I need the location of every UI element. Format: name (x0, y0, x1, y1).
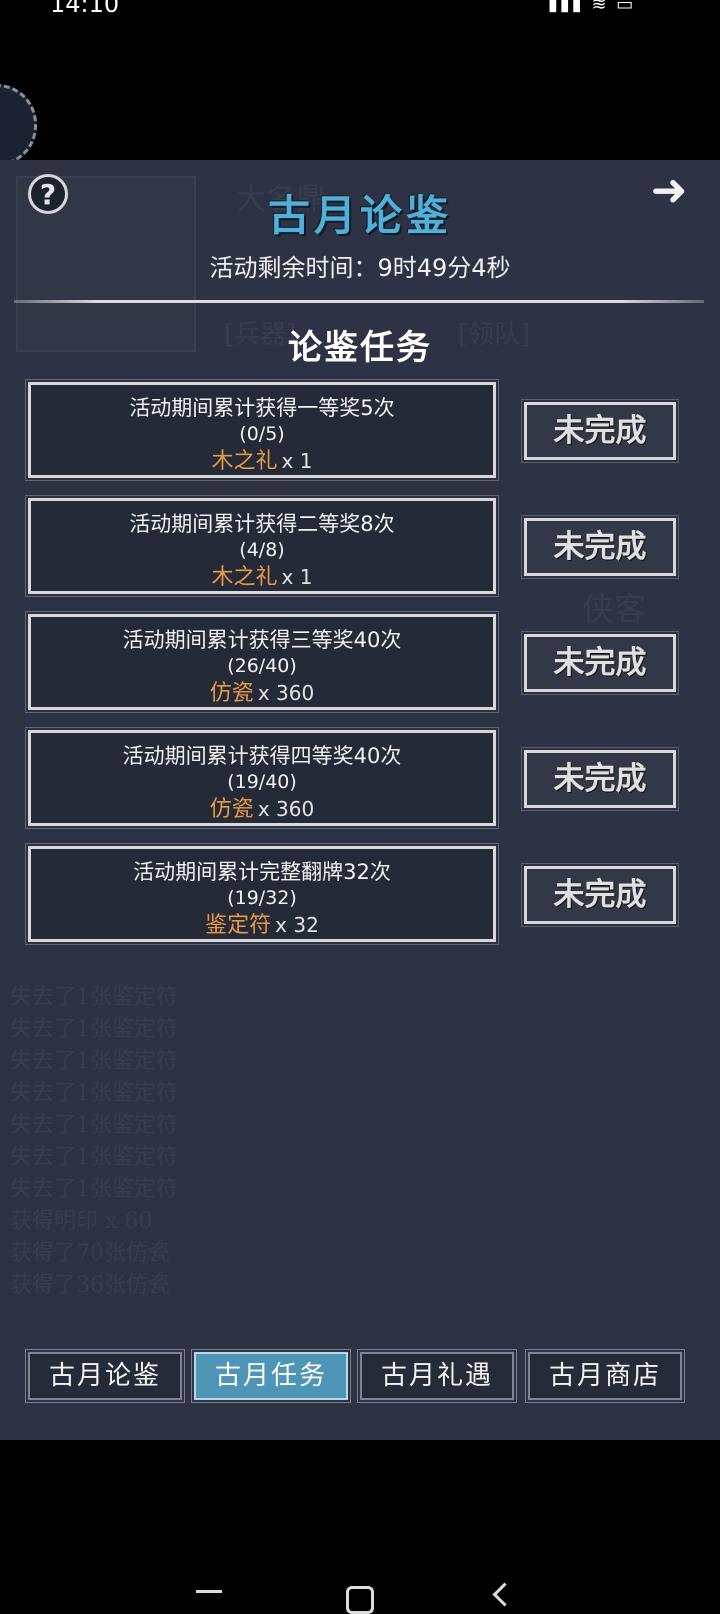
reward-name: 木之礼 (211, 565, 278, 590)
task-progress: (19/40) (227, 771, 297, 793)
reward-name: 鉴定符 (205, 913, 272, 938)
task-card: 活动期间累计获得一等奖5次 (0/5) 木之礼 x 1 (25, 379, 499, 481)
status-time: 14:10 (50, 0, 120, 18)
tab-tasks[interactable]: 古月任务 (191, 1349, 351, 1403)
recent-apps-icon[interactable] (196, 1590, 222, 1593)
divider (14, 300, 704, 303)
task-progress: (0/5) (239, 423, 285, 445)
task-reward: 仿瓷 x 360 (31, 795, 493, 824)
task-card: 活动期间累计完整翻牌32次 (19/32) 鉴定符 x 32 (25, 843, 499, 945)
event-panel: 大名鼎 [兵器] [领队] 侠客 失去了1张鉴定符 失去了1张鉴定符 失去了1张鉴定… (0, 160, 720, 1440)
task-description: 活动期间累计获得二等奖8次 (129, 512, 395, 536)
task-reward: 仿瓷 x 360 (31, 679, 493, 708)
status-icons: ▮▮▮ ≋ ▭ (548, 0, 636, 15)
task-status-button[interactable]: 未完成 (521, 747, 679, 811)
task-status-button[interactable]: 未完成 (521, 515, 679, 579)
status-bar: 14:10 ▮▮▮ ≋ ▭ (0, 0, 720, 28)
reward-name: 木之礼 (211, 449, 278, 474)
section-title: 论鉴任务 (288, 328, 432, 368)
task-reward: 木之礼 x 1 (31, 563, 493, 592)
task-description: 活动期间累计完整翻牌32次 (133, 860, 391, 884)
task-description: 活动期间累计获得四等奖40次 (122, 744, 402, 768)
task-card: 活动期间累计获得四等奖40次 (19/40) 仿瓷 x 360 (25, 727, 499, 829)
home-icon[interactable] (346, 1586, 374, 1614)
background-log: 失去了1张鉴定符 失去了1张鉴定符 失去了1张鉴定符 失去了1张鉴定符 失去了1张鉴定符… (10, 985, 178, 1298)
reward-name: 仿瓷 (209, 681, 254, 706)
task-progress: (19/32) (227, 887, 297, 909)
task-progress: (4/8) (239, 539, 285, 561)
reward-quantity: x 1 (281, 449, 313, 473)
reward-quantity: x 360 (257, 681, 315, 705)
tab-liyu[interactable]: 古月礼遇 (357, 1349, 517, 1403)
remaining-time: 活动剩余时间：9时49分4秒 (209, 254, 511, 282)
task-description: 活动期间累计获得三等奖40次 (122, 628, 402, 652)
task-reward: 鉴定符 x 32 (31, 911, 493, 940)
tab-shop[interactable]: 古月商店 (525, 1349, 685, 1403)
tab-lunjian[interactable]: 古月论鉴 (25, 1349, 185, 1403)
reward-quantity: x 360 (257, 797, 315, 821)
tab-bar: 古月论鉴 古月任务 古月礼遇 古月商店 (0, 1349, 720, 1406)
task-status-button[interactable]: 未完成 (521, 631, 679, 695)
task-status-button[interactable]: 未完成 (521, 863, 679, 927)
reward-quantity: x 32 (275, 913, 319, 937)
task-progress: (26/40) (227, 655, 297, 677)
background-text: 侠客 (582, 590, 647, 628)
reward-name: 仿瓷 (209, 797, 254, 822)
page-title: 古月论鉴 (267, 191, 452, 240)
task-description: 活动期间累计获得一等奖5次 (129, 396, 395, 420)
task-card: 活动期间累计获得二等奖8次 (4/8) 木之礼 x 1 (25, 495, 499, 597)
task-status-button[interactable]: 未完成 (521, 399, 679, 463)
task-card: 活动期间累计获得三等奖40次 (26/40) 仿瓷 x 360 (25, 611, 499, 713)
avatar[interactable] (0, 84, 37, 166)
back-icon[interactable] (492, 1582, 517, 1607)
system-nav-bar (0, 1540, 720, 1614)
task-reward: 木之礼 x 1 (31, 447, 493, 476)
reward-quantity: x 1 (281, 565, 313, 589)
